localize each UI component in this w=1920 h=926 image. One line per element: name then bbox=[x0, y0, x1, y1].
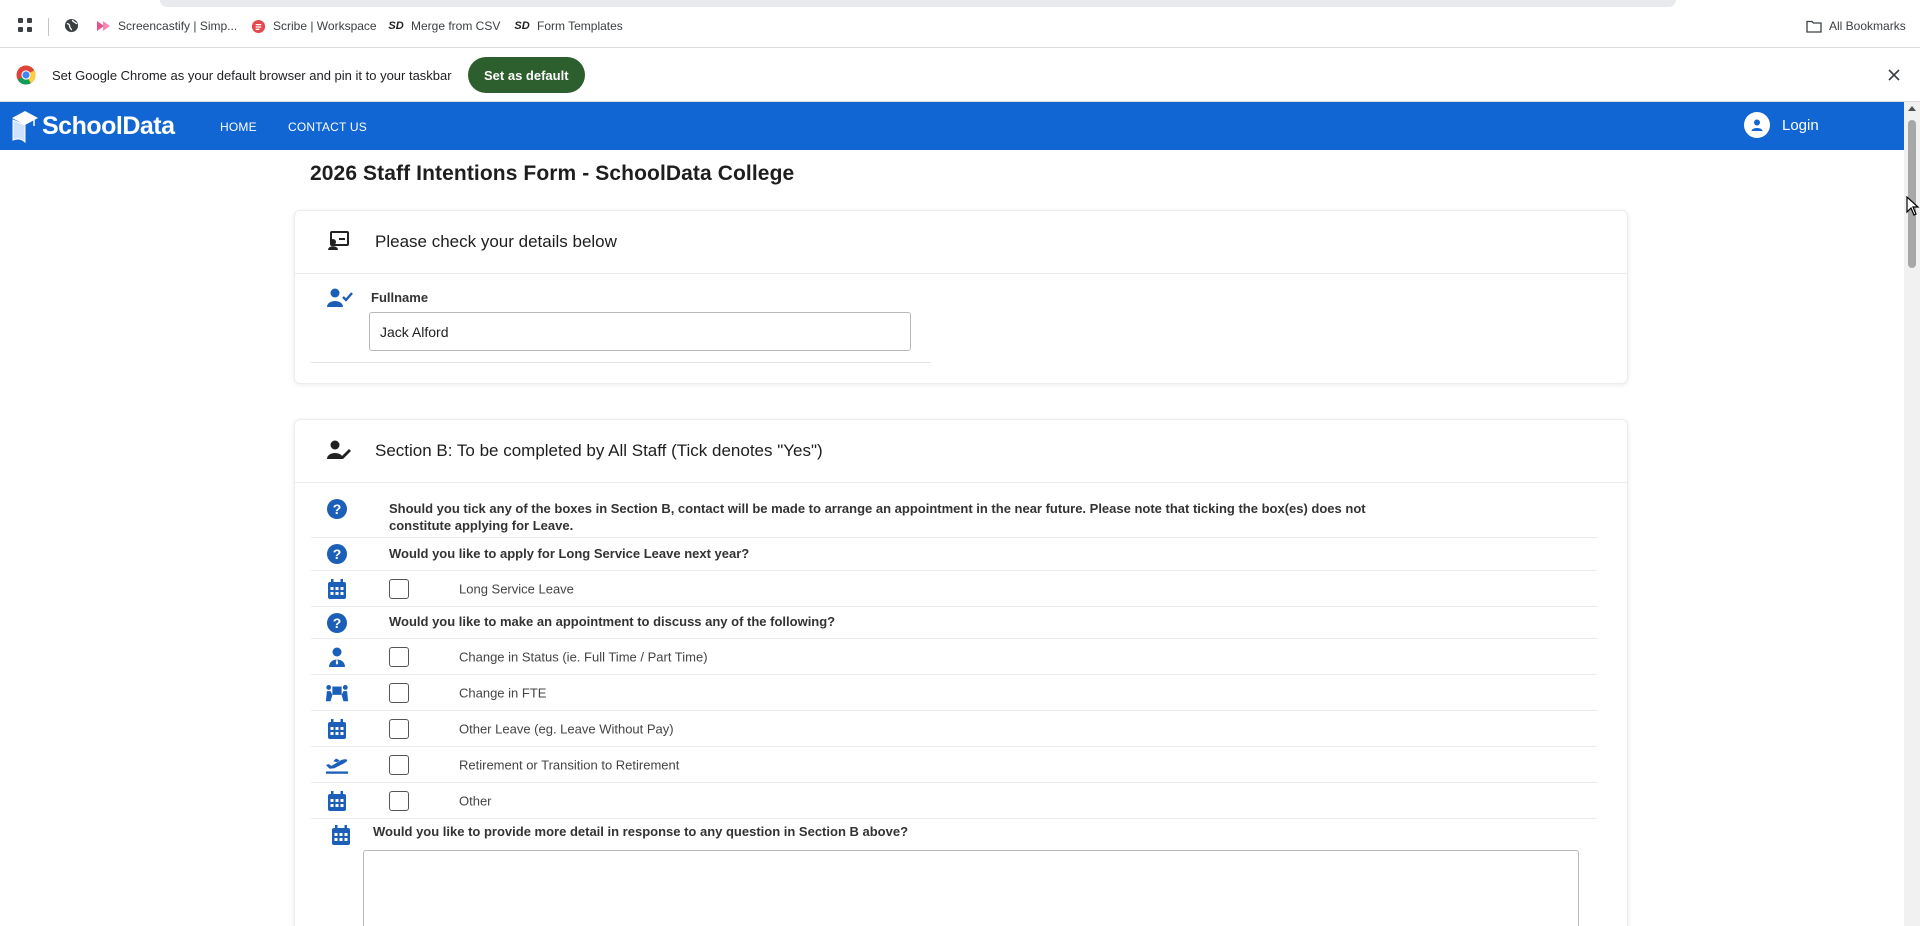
section-b-note: ? Should you tick any of the boxes in Se… bbox=[311, 484, 1597, 538]
calendar-icon bbox=[325, 578, 349, 600]
bookmark-scribe[interactable]: Scribe | Workspace bbox=[250, 18, 377, 34]
user-edit-icon bbox=[327, 440, 351, 465]
bookmark-form-templates[interactable]: SD Form Templates bbox=[514, 18, 623, 34]
globe-icon[interactable] bbox=[64, 18, 79, 33]
calendar-icon bbox=[325, 790, 349, 812]
svg-text:?: ? bbox=[333, 615, 342, 631]
plane-departure-icon bbox=[325, 754, 349, 776]
details-card-header: Please check your details below bbox=[295, 211, 1627, 274]
apps-grid-icon[interactable] bbox=[18, 18, 32, 32]
fullname-label: Fullname bbox=[371, 290, 429, 305]
question-circle-icon: ? bbox=[325, 543, 349, 565]
calendar-icon bbox=[332, 825, 350, 850]
page: Screencastify | Simp... Scribe | Workspa… bbox=[0, 0, 1920, 926]
details-card: Please check your details below Fullname… bbox=[294, 210, 1628, 384]
folder-icon bbox=[1806, 18, 1822, 34]
option-label: Change in FTE bbox=[459, 685, 547, 700]
chrome-logo-icon bbox=[16, 65, 36, 90]
page-scrollbar[interactable] bbox=[1904, 102, 1920, 926]
infobar-message: Set Google Chrome as your default browse… bbox=[52, 68, 452, 83]
set-as-default-button[interactable]: Set as default bbox=[468, 57, 585, 93]
change-status-checkbox[interactable] bbox=[389, 646, 409, 667]
schooldata-icon: SD bbox=[388, 20, 404, 32]
option-row[interactable]: Change in Status (ie. Full Time / Part T… bbox=[311, 639, 1597, 675]
bookmarks-divider bbox=[48, 18, 49, 36]
page-title: 2026 Staff Intentions Form - SchoolData … bbox=[310, 162, 795, 185]
bookmark-screencastify[interactable]: Screencastify | Simp... bbox=[95, 18, 237, 34]
long-service-leave-checkbox[interactable] bbox=[389, 578, 409, 599]
nav-contact-link[interactable]: CONTACT US bbox=[288, 120, 367, 134]
mouse-cursor-icon bbox=[1906, 195, 1920, 221]
divider bbox=[311, 362, 931, 363]
section-b-note-line1: Should you tick any of the boxes in Sect… bbox=[389, 501, 1366, 516]
scroll-up-arrow-icon[interactable] bbox=[1908, 106, 1916, 111]
section-b-note-line2: constitute applying for Leave. bbox=[389, 518, 574, 533]
user-check-icon bbox=[327, 288, 353, 313]
graduation-cap-icon bbox=[12, 111, 38, 144]
more-detail-textarea[interactable] bbox=[363, 850, 1579, 926]
scribe-icon bbox=[250, 18, 266, 34]
option-label: Other bbox=[459, 793, 492, 808]
option-row[interactable]: Change in FTE bbox=[311, 675, 1597, 711]
q2-text: Would you like to make an appointment to… bbox=[389, 614, 836, 629]
retirement-checkbox[interactable] bbox=[389, 754, 409, 775]
person-icon bbox=[325, 646, 349, 668]
other-checkbox[interactable] bbox=[389, 790, 409, 811]
bookmark-label: Scribe | Workspace bbox=[273, 19, 377, 33]
svg-text:?: ? bbox=[333, 546, 342, 562]
bookmarks-bar: Screencastify | Simp... Scribe | Workspa… bbox=[0, 0, 1920, 48]
all-bookmarks[interactable]: All Bookmarks bbox=[1806, 18, 1906, 34]
bookmark-label: Form Templates bbox=[537, 19, 623, 33]
option-label: Other Leave (eg. Leave Without Pay) bbox=[459, 721, 674, 736]
login-button[interactable]: Login bbox=[1744, 112, 1819, 138]
scrollbar-thumb[interactable] bbox=[1908, 120, 1916, 268]
calendar-icon bbox=[325, 718, 349, 740]
q1-text: Would you like to apply for Long Service… bbox=[389, 546, 750, 561]
all-bookmarks-label: All Bookmarks bbox=[1829, 19, 1906, 33]
option-row[interactable]: Retirement or Transition to Retirement bbox=[311, 747, 1597, 783]
nav-home-link[interactable]: HOME bbox=[220, 120, 257, 134]
change-fte-checkbox[interactable] bbox=[389, 682, 409, 703]
option-row[interactable]: Long Service Leave bbox=[311, 571, 1597, 607]
q3-text: Would you like to provide more detail in… bbox=[373, 824, 909, 839]
bookmark-merge-from-csv[interactable]: SD Merge from CSV bbox=[388, 18, 500, 34]
user-avatar-icon bbox=[1744, 112, 1770, 138]
bookmark-label: Merge from CSV bbox=[411, 19, 501, 33]
section-b-card: Section B: To be completed by All Staff … bbox=[294, 419, 1628, 926]
details-card-title: Please check your details below bbox=[375, 232, 617, 251]
q2-row: ? Would you like to make an appointment … bbox=[311, 607, 1597, 639]
id-card-icon bbox=[327, 231, 349, 256]
bookmark-label: Screencastify | Simp... bbox=[118, 19, 238, 33]
svg-text:?: ? bbox=[333, 501, 342, 517]
screencastify-icon bbox=[95, 18, 111, 34]
question-circle-icon: ? bbox=[325, 612, 349, 634]
option-label: Change in Status (ie. Full Time / Part T… bbox=[459, 649, 708, 664]
option-label: Long Service Leave bbox=[459, 581, 574, 596]
schooldata-icon: SD bbox=[514, 20, 530, 32]
q1-row: ? Would you like to apply for Long Servi… bbox=[311, 538, 1597, 571]
option-row[interactable]: Other bbox=[311, 783, 1597, 819]
other-leave-checkbox[interactable] bbox=[389, 718, 409, 739]
close-icon[interactable] bbox=[1884, 65, 1904, 85]
login-label: Login bbox=[1782, 116, 1819, 134]
people-carry-icon bbox=[325, 682, 349, 704]
fullname-input[interactable]: Jack Alford bbox=[369, 312, 911, 351]
option-label: Retirement or Transition to Retirement bbox=[459, 757, 680, 772]
site-navbar: SchoolData HOME CONTACT US Login bbox=[0, 102, 1904, 150]
section-b-title: Section B: To be completed by All Staff … bbox=[375, 441, 823, 460]
section-b-header: Section B: To be completed by All Staff … bbox=[295, 420, 1627, 483]
option-row[interactable]: Other Leave (eg. Leave Without Pay) bbox=[311, 711, 1597, 747]
question-circle-icon: ? bbox=[325, 498, 349, 520]
tab-strip-edge bbox=[160, 0, 1676, 7]
default-browser-infobar: Set Google Chrome as your default browse… bbox=[0, 49, 1920, 102]
schooldata-logo[interactable]: SchoolData bbox=[10, 107, 175, 145]
logo-text: SchoolData bbox=[42, 111, 175, 140]
